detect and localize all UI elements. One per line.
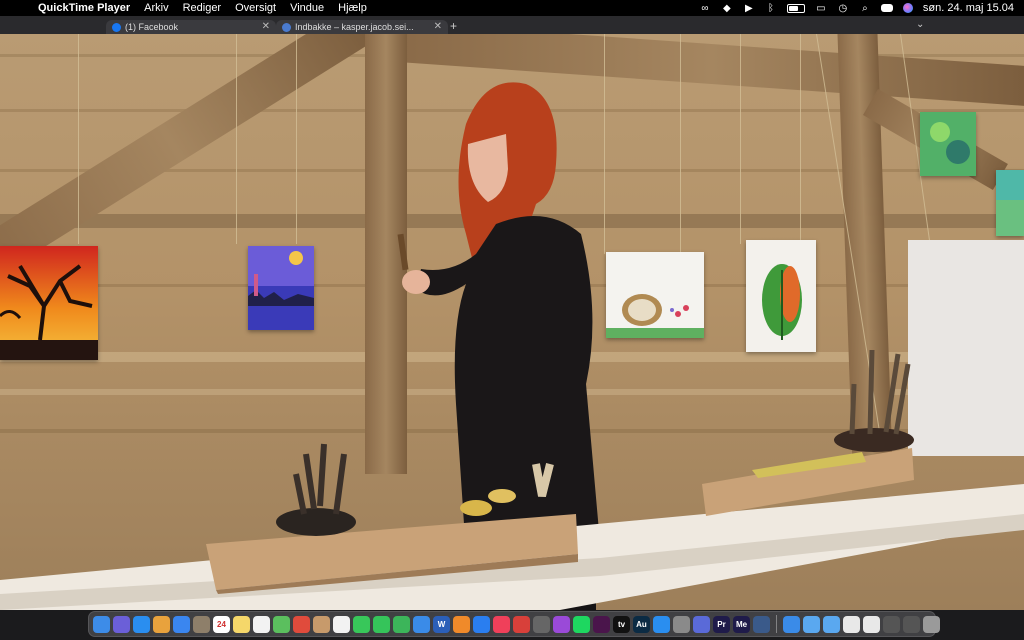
white-panel <box>908 240 1024 456</box>
brush-icon[interactable] <box>533 615 550 633</box>
menu-arkiv[interactable]: Arkiv <box>144 2 168 14</box>
menu-hjaelp[interactable]: Hjælp <box>338 2 367 14</box>
painting-green-abstract <box>920 112 976 176</box>
stack-icon[interactable] <box>883 615 900 633</box>
app-store-icon[interactable] <box>653 615 670 633</box>
music-icon[interactable] <box>493 615 510 633</box>
premiere-icon[interactable]: Pr <box>713 615 730 633</box>
dock: 24 Wtv Au Pr Me <box>88 611 940 637</box>
media-encoder-icon[interactable]: Me <box>733 615 750 633</box>
hanging-wire <box>296 34 297 244</box>
tab-title: Indbakke – kasper.jacob.sei... <box>295 22 414 32</box>
siri-icon[interactable] <box>113 615 130 633</box>
close-icon[interactable]: ✕ <box>262 21 270 32</box>
photo-booth-icon[interactable] <box>513 615 530 633</box>
tab-facebook[interactable]: (1) Facebook ✕ <box>106 20 276 34</box>
notes-icon[interactable] <box>233 615 250 633</box>
word-icon[interactable]: W <box>433 615 450 633</box>
numbers-icon[interactable] <box>393 615 410 633</box>
facetime-icon[interactable] <box>373 615 390 633</box>
diagonal-beam <box>0 34 374 280</box>
folder-icon[interactable] <box>803 615 820 633</box>
audition-icon[interactable]: Au <box>633 615 650 633</box>
trash-icon[interactable] <box>923 615 940 633</box>
contacts-icon[interactable] <box>313 615 330 633</box>
chevron-down-icon[interactable]: ⌄ <box>916 19 924 30</box>
apple-tv-icon[interactable]: tv <box>613 615 630 633</box>
finder-icon[interactable] <box>93 615 110 633</box>
browser-tab-strip: (1) Facebook ✕ Indbakke – kasper.jacob.s… <box>0 16 1024 34</box>
battery-icon[interactable] <box>786 3 805 13</box>
calendar-icon[interactable]: 24 <box>213 615 230 633</box>
new-tab-button[interactable]: + <box>450 19 457 33</box>
status-area: ∞ ◆ ▶ ᛒ ▭ ◷ ⌕ søn. 24. maj 15.04 <box>689 0 1014 16</box>
hanging-wire <box>236 34 237 244</box>
messages-icon[interactable] <box>353 615 370 633</box>
creative-cloud-icon[interactable]: ∞ <box>699 3 711 14</box>
screen-mirroring-icon[interactable]: ▭ <box>815 3 827 14</box>
stack-icon[interactable] <box>903 615 920 633</box>
mail-icon[interactable] <box>173 615 190 633</box>
menu-rediger[interactable]: Rediger <box>183 2 222 14</box>
hanging-wire <box>680 34 681 254</box>
sculpture-right <box>702 349 914 516</box>
painting-teal <box>996 170 1024 236</box>
keynote-icon[interactable] <box>413 615 430 633</box>
tab-mail[interactable]: Indbakke – kasper.jacob.sei... ✕ <box>276 20 448 34</box>
reminders-icon[interactable] <box>253 615 270 633</box>
quicktime-icon[interactable] <box>753 615 770 633</box>
menu-app-name[interactable]: QuickTime Player <box>38 2 130 14</box>
chrome-icon[interactable] <box>293 615 310 633</box>
menu-oversigt[interactable]: Oversigt <box>235 2 276 14</box>
books-icon[interactable] <box>453 615 470 633</box>
slack-icon[interactable] <box>333 615 350 633</box>
play-icon[interactable]: ▶ <box>743 3 755 14</box>
photos-icon[interactable] <box>153 615 170 633</box>
files-icon[interactable] <box>193 615 210 633</box>
menu-vindue[interactable]: Vindue <box>290 2 324 14</box>
globe-icon[interactable] <box>783 615 800 633</box>
safari-icon[interactable] <box>133 615 150 633</box>
control-center-icon[interactable] <box>880 4 893 12</box>
hanging-wire <box>78 34 79 244</box>
slack-app-icon[interactable] <box>593 615 610 633</box>
sculpture-left <box>206 443 578 594</box>
close-icon[interactable]: ✕ <box>434 21 442 32</box>
bluetooth-icon[interactable]: ᛒ <box>765 3 777 14</box>
hanging-wire <box>800 34 801 244</box>
menu-bar: QuickTime Player Arkiv Rediger Oversigt … <box>0 0 1024 16</box>
painting-sunset-tree <box>0 246 98 360</box>
hanging-wire <box>740 34 741 244</box>
spotify-icon[interactable] <box>573 615 590 633</box>
document-icon[interactable] <box>863 615 880 633</box>
painting-green-tree <box>746 240 816 352</box>
tab-title: (1) Facebook <box>125 22 179 32</box>
system-preferences-icon[interactable] <box>673 615 690 633</box>
painting-night-lake <box>248 246 314 330</box>
time-machine-icon[interactable]: ◷ <box>837 3 849 14</box>
dock-separator <box>776 615 777 633</box>
folder-icon[interactable] <box>823 615 840 633</box>
document-icon[interactable] <box>843 615 860 633</box>
maps-icon[interactable] <box>273 615 290 633</box>
podcasts-icon[interactable] <box>553 615 570 633</box>
mail-favicon-icon <box>282 22 291 32</box>
dropbox-icon[interactable] <box>473 615 490 633</box>
video-frame[interactable] <box>0 34 1024 610</box>
menu-clock[interactable]: søn. 24. maj 15.04 <box>923 2 1014 14</box>
dropbox-icon[interactable]: ◆ <box>721 3 733 14</box>
spotlight-icon[interactable]: ⌕ <box>859 3 871 14</box>
siri-icon[interactable] <box>902 3 913 13</box>
facebook-icon <box>112 22 121 32</box>
vpn-icon[interactable] <box>693 615 710 633</box>
